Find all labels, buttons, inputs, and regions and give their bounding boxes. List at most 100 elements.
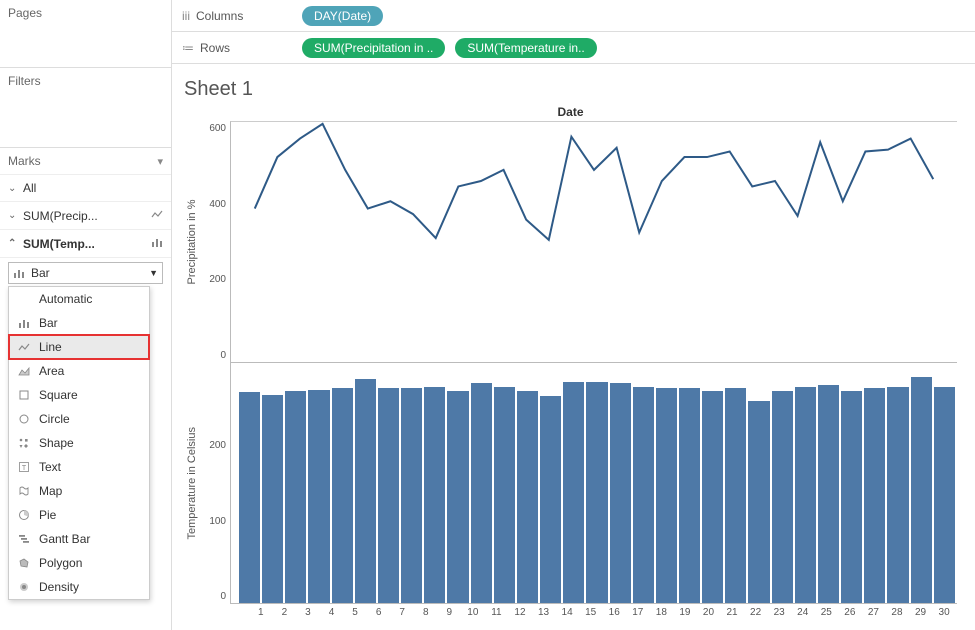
dropdown-item-gantt-bar[interactable]: Gantt Bar (9, 527, 149, 551)
dropdown-item-pie[interactable]: Pie (9, 503, 149, 527)
bar[interactable] (795, 387, 816, 603)
bar[interactable] (679, 388, 700, 603)
bar[interactable] (864, 388, 885, 603)
mark-type-dropdown: Automatic Bar Line Area Square Circle Shape T Te… (8, 286, 150, 600)
main-area: iii Columns DAY(Date) ≔ Rows SUM(Precipi… (172, 0, 975, 630)
dropdown-item-label: Circle (39, 412, 70, 426)
dropdown-item-circle[interactable]: Circle (9, 407, 149, 431)
bar[interactable] (610, 383, 631, 603)
bar[interactable] (748, 401, 769, 603)
rows-pill-1[interactable]: SUM(Precipitation in .. (302, 38, 445, 58)
bar-plot[interactable] (230, 363, 957, 605)
bar[interactable] (262, 395, 283, 603)
bar[interactable] (378, 388, 399, 603)
bar-icon (13, 267, 27, 279)
dropdown-item-shape[interactable]: Shape (9, 431, 149, 455)
chevron-up-icon: ⌃ (8, 238, 18, 249)
bar[interactable] (239, 392, 260, 603)
y-axis-label-temp: Temperature in Celsius (184, 363, 200, 605)
x-axis-title: Date (184, 105, 957, 119)
bar-icon (151, 236, 163, 251)
y-axis-label-precip: Precipitation in % (184, 121, 200, 363)
columns-shelf[interactable]: iii Columns DAY(Date) (172, 0, 975, 32)
bar[interactable] (725, 388, 746, 603)
pages-panel[interactable]: Pages (0, 0, 171, 68)
x-ticks: 1234567891011121314151617181920212223242… (184, 604, 957, 618)
bar[interactable] (934, 387, 955, 603)
mark-type-selected: Bar (31, 266, 50, 280)
bar-icon (17, 317, 31, 329)
map-icon (17, 485, 31, 497)
marks-row-precip[interactable]: ⌄ SUM(Precip... (0, 201, 171, 229)
dropdown-item-label: Bar (39, 316, 58, 330)
dropdown-item-label: Square (39, 388, 78, 402)
y-ticks-temp: 2001000 (200, 363, 230, 605)
bar[interactable] (308, 390, 329, 603)
columns-label: Columns (196, 9, 243, 23)
filters-label: Filters (8, 74, 41, 88)
line-plot[interactable] (230, 121, 957, 363)
bar[interactable] (772, 391, 793, 603)
bar[interactable] (818, 385, 839, 603)
dropdown-item-label: Gantt Bar (39, 532, 90, 546)
text-icon: T (17, 461, 31, 473)
bar[interactable] (355, 379, 376, 603)
bar[interactable] (911, 377, 932, 603)
dropdown-item-square[interactable]: Square (9, 383, 149, 407)
bar[interactable] (633, 387, 654, 603)
caret-down-icon: ▼ (149, 268, 158, 278)
dropdown-item-automatic[interactable]: Automatic (9, 287, 149, 311)
bar[interactable] (471, 383, 492, 603)
bar[interactable] (517, 391, 538, 603)
marks-row-all[interactable]: ⌄ All (0, 174, 171, 201)
columns-icon: iii (182, 9, 190, 23)
bar[interactable] (285, 391, 306, 603)
pie-icon (17, 509, 31, 521)
rows-label: Rows (200, 41, 230, 55)
mark-type-select[interactable]: Bar ▼ (8, 262, 163, 284)
dropdown-item-map[interactable]: Map (9, 479, 149, 503)
rows-shelf[interactable]: ≔ Rows SUM(Precipitation in .. SUM(Tempe… (172, 32, 975, 64)
shape-icon (17, 437, 31, 449)
dropdown-item-label: Line (39, 340, 62, 354)
dropdown-item-area[interactable]: Area (9, 359, 149, 383)
bar[interactable] (447, 391, 468, 603)
rows-pill-2[interactable]: SUM(Temperature in.. (455, 38, 596, 58)
dropdown-item-polygon[interactable]: Polygon (9, 551, 149, 575)
dropdown-item-label: Pie (39, 508, 56, 522)
marks-label: Marks (8, 154, 41, 168)
dropdown-item-label: Text (39, 460, 61, 474)
dropdown-item-label: Density (39, 580, 79, 594)
bar[interactable] (887, 387, 908, 603)
line-icon (17, 341, 31, 353)
bar[interactable] (702, 391, 723, 603)
columns-pill[interactable]: DAY(Date) (302, 6, 383, 26)
dropdown-item-line[interactable]: Line (9, 335, 149, 359)
dropdown-item-label: Area (39, 364, 64, 378)
filters-panel[interactable]: Filters (0, 68, 171, 148)
pages-label: Pages (8, 6, 42, 20)
marks-row-temp[interactable]: ⌃ SUM(Temp... (0, 229, 171, 257)
bar[interactable] (540, 396, 561, 603)
rows-icon: ≔ (182, 41, 194, 55)
bar[interactable] (586, 382, 607, 603)
bar[interactable] (401, 388, 422, 603)
bar[interactable] (563, 382, 584, 603)
svg-text:T: T (22, 465, 27, 472)
line-icon (151, 208, 163, 223)
bar[interactable] (332, 388, 353, 603)
circle-icon (17, 413, 31, 425)
marks-panel: Marks ▾ ⌄ All ⌄ SUM(Precip... ⌃ SUM(Temp… (0, 148, 171, 286)
bar[interactable] (494, 387, 515, 603)
sheet-title: Sheet 1 (184, 78, 957, 101)
y-ticks-precip: 6004002000 (200, 121, 230, 363)
dropdown-item-density[interactable]: Density (9, 575, 149, 599)
dropdown-item-label: Automatic (39, 292, 92, 306)
dropdown-item-bar[interactable]: Bar (9, 311, 149, 335)
polygon-icon (17, 557, 31, 569)
bar[interactable] (424, 387, 445, 603)
dropdown-item-text[interactable]: T Text (9, 455, 149, 479)
bar[interactable] (656, 388, 677, 603)
bar[interactable] (841, 391, 862, 603)
collapse-icon[interactable]: ▾ (157, 155, 163, 168)
